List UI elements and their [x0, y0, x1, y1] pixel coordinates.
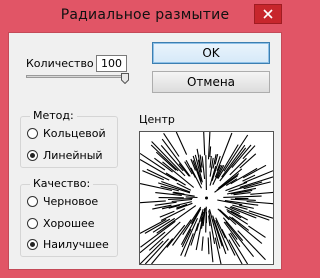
method-option-linear[interactable]: Линейный — [27, 149, 103, 162]
blur-center-point[interactable] — [205, 196, 208, 200]
quality-option-draft[interactable]: Черновое — [27, 195, 98, 208]
radio-good[interactable] — [27, 218, 38, 229]
blur-ray — [154, 201, 177, 206]
quality-option-draft-label: Черновое — [43, 195, 99, 208]
blur-ray — [248, 225, 266, 238]
amount-slider-thumb[interactable] — [121, 69, 129, 85]
blur-ray — [223, 195, 262, 198]
blur-ray — [171, 198, 193, 203]
blur-ray — [190, 223, 199, 246]
blur-ray — [144, 238, 170, 264]
radial-blur-preview-graphic — [140, 132, 273, 264]
blur-ray — [203, 132, 206, 156]
blur-ray — [180, 217, 199, 256]
blur-ray — [140, 183, 173, 192]
blur-ray — [207, 237, 210, 255]
blur-ray — [250, 191, 273, 195]
cancel-button[interactable]: Отмена — [152, 71, 270, 93]
blur-ray — [201, 156, 206, 180]
close-button[interactable] — [254, 4, 282, 24]
blur-ray — [185, 196, 198, 199]
radio-linear[interactable] — [27, 150, 38, 161]
center-label: Центр — [139, 113, 175, 126]
quality-option-good-label: Хорошее — [43, 217, 95, 230]
close-icon — [263, 9, 273, 19]
quality-option-best-label: Наилучшее — [43, 238, 109, 251]
blur-ray — [231, 144, 252, 169]
blur-ray — [175, 132, 188, 155]
blur-ray — [230, 198, 256, 201]
blur-ray — [201, 236, 204, 251]
blur-center-preview[interactable] — [139, 131, 274, 265]
radio-ring[interactable] — [27, 128, 38, 139]
radio-dot — [30, 153, 35, 158]
blur-ray — [159, 210, 175, 218]
blur-ray — [243, 170, 273, 184]
method-legend: Метод: — [30, 109, 77, 122]
dialog-body: Количество 100 OK Отмена Метод: Кольцево… — [8, 32, 282, 270]
amount-label: Количество — [26, 57, 94, 70]
blur-ray — [209, 231, 214, 263]
blur-ray — [246, 200, 273, 205]
blur-ray — [161, 138, 191, 177]
quality-option-good[interactable]: Хорошее — [27, 217, 95, 230]
ok-button[interactable]: OK — [152, 42, 270, 64]
blur-ray — [140, 200, 166, 204]
blur-ray — [209, 146, 212, 157]
radio-draft[interactable] — [27, 196, 38, 207]
quality-option-best[interactable]: Наилучшее — [27, 238, 109, 251]
blur-ray — [205, 155, 207, 191]
blur-ray — [209, 155, 212, 168]
method-option-ring[interactable]: Кольцевой — [27, 127, 106, 140]
quality-group: Качество: Черновое Хорошее Наилучшее — [20, 177, 118, 257]
title-bar[interactable]: Радиальное размытие — [0, 0, 290, 32]
blur-ray — [230, 205, 270, 221]
amount-slider-track[interactable] — [26, 75, 127, 78]
method-option-linear-label: Линейный — [43, 149, 103, 162]
blur-ray — [205, 206, 207, 233]
radio-dot — [30, 242, 35, 247]
method-option-ring-label: Кольцевой — [43, 127, 106, 140]
radio-best[interactable] — [27, 239, 38, 250]
quality-legend: Качество: — [30, 177, 94, 190]
method-group: Метод: Кольцевой Линейный — [20, 109, 118, 168]
window-title: Радиальное размытие — [60, 7, 230, 23]
